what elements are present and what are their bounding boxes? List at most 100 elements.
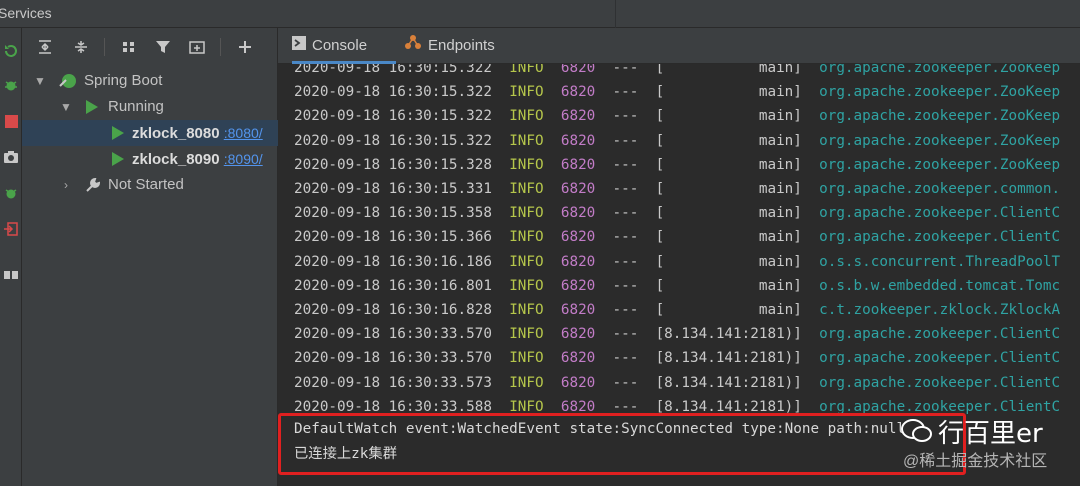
services-tree-panel: ▼ Spring Boot ▼ Running zklock_8080 :808… [22, 28, 278, 486]
log-line: 2020-09-18 16:30:16.801 INFO 6820 --- [ … [294, 274, 1060, 298]
log-separator: --- [612, 205, 639, 222]
watermark: 行百里er @稀土掘金技术社区 [898, 413, 1080, 473]
left-action-bar [0, 28, 22, 486]
log-date: 2020-09-18 16:30:15.322 [294, 108, 492, 125]
log-line: 2020-09-18 16:30:33.573 INFO 6820 --- [8… [294, 371, 1060, 395]
tab-label: Endpoints [428, 37, 495, 54]
debug-settings-icon[interactable] [0, 182, 22, 204]
log-line: 2020-09-18 16:30:15.358 INFO 6820 --- [ … [294, 201, 1060, 225]
log-separator: --- [612, 181, 639, 197]
expand-all-icon[interactable] [34, 36, 56, 58]
run-icon [112, 126, 124, 140]
log-logger: o.s.s.concurrent.ThreadPoolT [819, 253, 1061, 270]
log-level: INFO [509, 326, 544, 343]
service-port-link[interactable]: :8080/ [224, 125, 263, 141]
log-thread: [8.134.141:2181)] [655, 326, 802, 343]
log-level: INFO [509, 253, 544, 270]
log-date: 2020-09-18 16:30:15.322 [294, 64, 492, 76]
log-pid: 6820 [560, 64, 596, 76]
log-thread: [ main] [655, 205, 802, 222]
log-level: INFO [509, 277, 544, 294]
log-separator: --- [612, 253, 639, 270]
log-level: INFO [509, 64, 544, 76]
log-line: 2020-09-18 16:30:15.322 INFO 6820 --- [ … [294, 80, 1060, 104]
log-line: 2020-09-18 16:30:15.322 INFO 6820 --- [ … [294, 104, 1060, 128]
log-separator: --- [612, 374, 639, 391]
title-divider [615, 0, 616, 28]
chevron-right-icon[interactable]: › [60, 172, 72, 198]
group-icon[interactable] [118, 36, 140, 58]
log-level: INFO [509, 156, 544, 173]
log-level: INFO [509, 229, 544, 246]
service-item[interactable]: zklock_8090 :8090/ [22, 146, 278, 172]
log-separator: --- [612, 132, 639, 149]
log-date: 2020-09-18 16:30:16.186 [294, 253, 492, 270]
log-thread: [ main] [655, 84, 802, 101]
log-pid: 6820 [560, 84, 596, 101]
log-date: 2020-09-18 16:30:16.801 [294, 277, 492, 294]
log-logger: org.apache.zookeeper.ClientC [819, 350, 1061, 367]
chevron-down-icon[interactable]: ▼ [34, 68, 46, 94]
log-level: INFO [509, 132, 544, 149]
tab-console[interactable]: Console [292, 28, 396, 64]
watermark-title: 行百里er [938, 419, 1043, 449]
log-date: 2020-09-18 16:30:15.322 [294, 84, 492, 101]
highlight-box [278, 413, 966, 475]
log-thread: [ main] [655, 229, 802, 246]
log-date: 2020-09-18 16:30:16.828 [294, 302, 492, 318]
tab-endpoints[interactable]: Endpoints [404, 28, 514, 64]
tab-bar: Console Endpoints [278, 28, 1080, 64]
log-line: 2020-09-18 16:30:15.331 INFO 6820 --- [ … [294, 177, 1060, 201]
log-logger: c.t.zookeeper.zklock.ZklockA [819, 302, 1061, 318]
camera-icon[interactable] [0, 146, 22, 168]
log-level: INFO [509, 302, 544, 318]
endpoints-icon [404, 28, 422, 64]
stop-icon[interactable] [0, 110, 22, 132]
log-line: 2020-09-18 16:30:15.366 INFO 6820 --- [ … [294, 225, 1060, 249]
debug-icon[interactable] [0, 74, 22, 96]
log-logger: org.apache.zookeeper.ZooKeep [819, 84, 1061, 101]
log-pid: 6820 [560, 326, 596, 343]
rerun-icon[interactable] [0, 40, 22, 62]
tree-node-label: Spring Boot [84, 72, 163, 89]
log-separator: --- [612, 84, 639, 101]
tree-node-spring-boot[interactable]: ▼ Spring Boot [22, 68, 278, 94]
run-icon [86, 100, 98, 114]
wrench-icon [84, 176, 102, 203]
collapse-all-icon[interactable] [70, 36, 92, 58]
add-icon[interactable] [234, 36, 256, 58]
log-logger: org.apache.zookeeper.ClientC [819, 229, 1061, 246]
chevron-down-icon[interactable]: ▼ [60, 94, 72, 120]
log-level: INFO [509, 374, 544, 391]
exit-icon[interactable] [0, 218, 22, 240]
log-date: 2020-09-18 16:30:33.573 [294, 374, 492, 391]
log-logger: org.apache.zookeeper.ClientC [819, 205, 1061, 222]
tree-node-label: Not Started [108, 176, 184, 193]
log-thread: [ main] [655, 132, 802, 149]
log-separator: --- [612, 302, 639, 318]
service-name: zklock_8090 [132, 151, 220, 168]
log-date: 2020-09-18 16:30:15.328 [294, 156, 492, 173]
layout-icon[interactable] [0, 264, 22, 286]
console-output[interactable]: 2020-09-18 16:30:15.322 INFO 6820 --- [ … [278, 64, 1080, 440]
log-level: INFO [509, 205, 544, 222]
log-logger: org.apache.zookeeper.ClientC [819, 326, 1061, 343]
title-bar: Services [0, 0, 1080, 28]
log-line: 2020-09-18 16:30:15.322 INFO 6820 --- [ … [294, 129, 1060, 153]
log-separator: --- [612, 326, 639, 343]
log-thread: [ main] [655, 156, 802, 173]
log-pid: 6820 [560, 205, 596, 222]
log-logger: org.apache.zookeeper.ZooKeep [819, 132, 1061, 149]
tree-node-label: Running [108, 98, 164, 115]
log-pid: 6820 [560, 156, 596, 173]
log-level: INFO [509, 84, 544, 101]
log-logger: org.apache.zookeeper.ZooKeep [819, 64, 1061, 76]
service-name: zklock_8080 [132, 125, 220, 142]
service-item[interactable]: zklock_8080 :8080/ [22, 120, 278, 146]
tree-node-running[interactable]: ▼ Running [22, 94, 278, 120]
filter-icon[interactable] [152, 36, 174, 58]
watermark-subtitle: @稀土掘金技术社区 [903, 453, 1048, 470]
new-tab-icon[interactable] [186, 36, 208, 58]
service-port-link[interactable]: :8090/ [224, 151, 263, 167]
tree-node-not-started[interactable]: › Not Started [22, 172, 278, 198]
